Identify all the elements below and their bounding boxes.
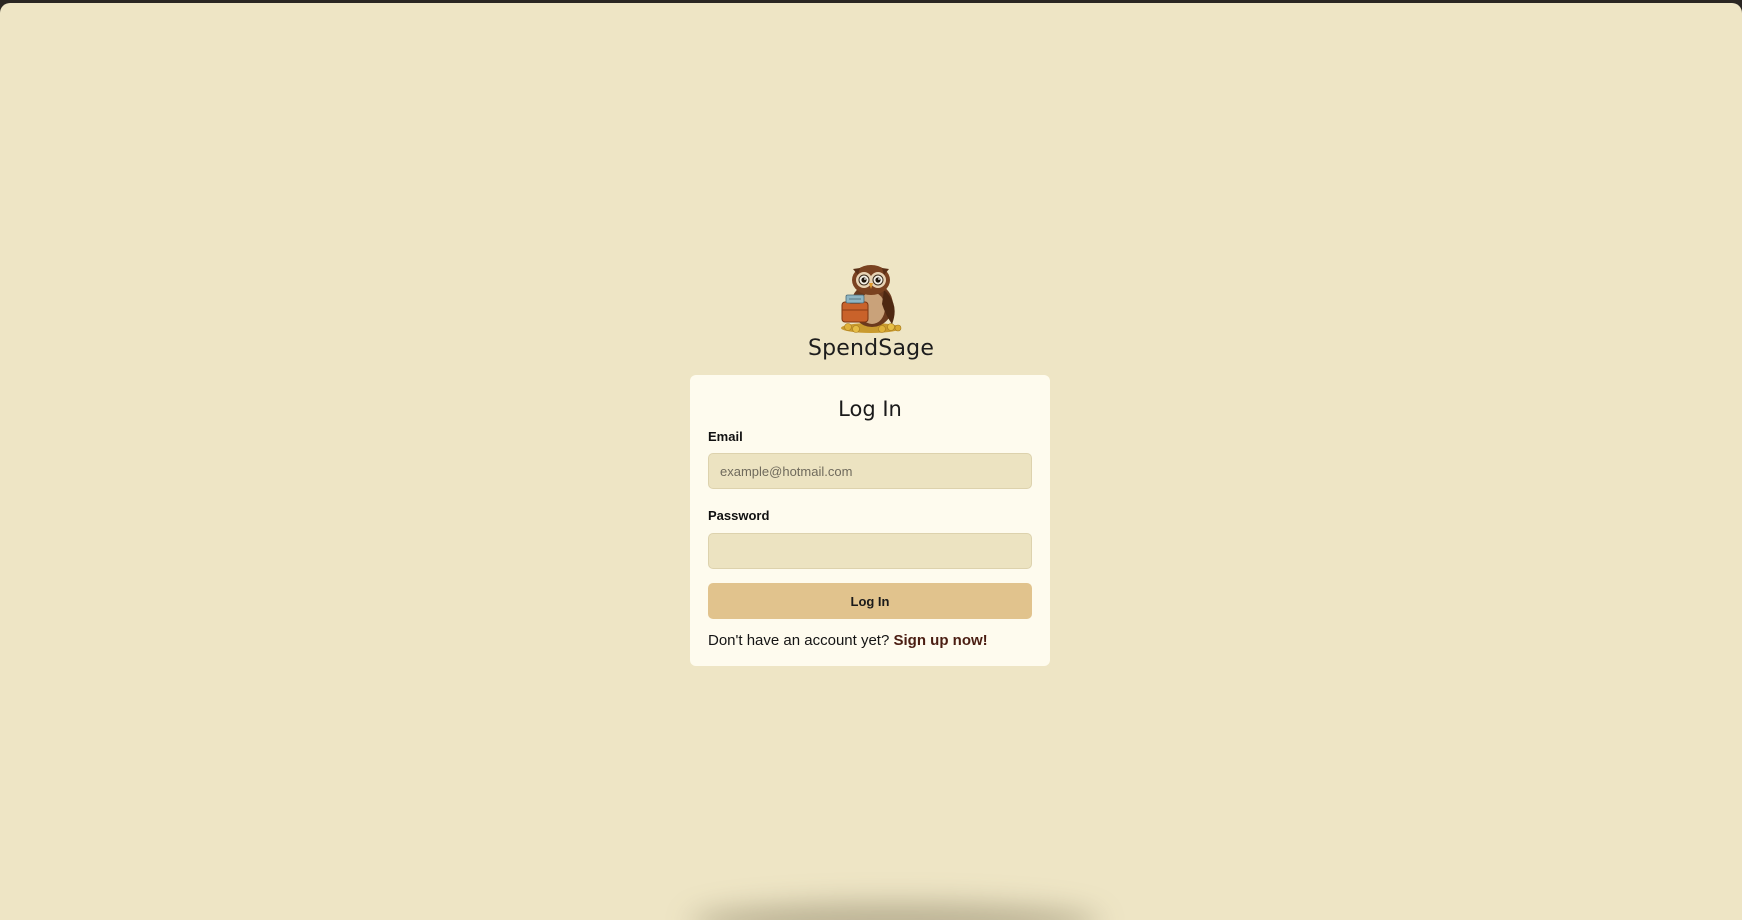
signup-link[interactable]: Sign up now! — [894, 632, 988, 649]
password-label: Password — [708, 508, 770, 523]
brand-header — [0, 260, 1742, 339]
owl-logo-icon — [841, 265, 902, 333]
email-field[interactable] — [708, 453, 1032, 489]
login-card: Log In Email Password Log In Don't have … — [690, 375, 1050, 666]
app-window: SpendSage Log In Email Password Log In D… — [0, 3, 1742, 920]
login-button[interactable]: Log In — [708, 583, 1032, 619]
email-label: Email — [708, 429, 743, 444]
app-name: SpendSage — [807, 336, 935, 361]
signup-prompt: Don't have an account yet? — [708, 632, 890, 649]
password-field[interactable] — [708, 533, 1032, 569]
signup-row: Don't have an account yet? Sign up now! — [708, 632, 988, 649]
login-title: Log In — [838, 397, 902, 421]
bottom-shadow — [690, 903, 1100, 920]
